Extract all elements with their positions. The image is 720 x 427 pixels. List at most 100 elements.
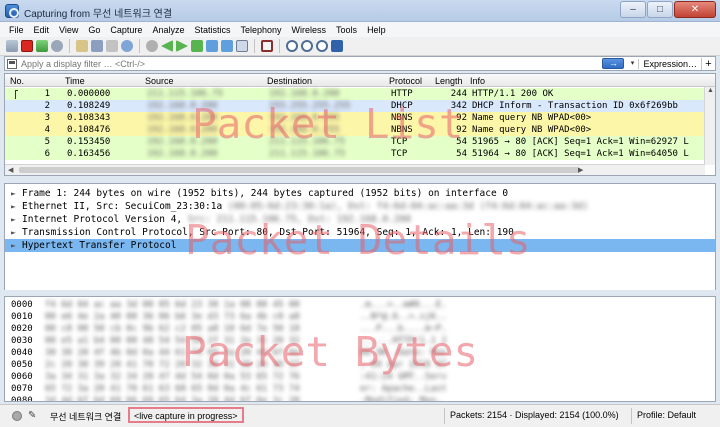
go-first-icon[interactable] — [206, 40, 218, 52]
display-filter-input[interactable] — [17, 57, 603, 70]
go-to-packet-icon[interactable] — [191, 40, 203, 52]
menu-capture[interactable]: Capture — [105, 25, 147, 35]
column-no[interactable]: No. — [10, 76, 24, 86]
go-last-icon[interactable] — [221, 40, 233, 52]
apply-filter-arrow-icon[interactable]: → — [602, 58, 625, 69]
bytes-offset: 0010 — [11, 312, 33, 322]
bytes-offset: 0080 — [11, 396, 33, 402]
detail-row-frame[interactable]: ► Frame 1: 244 bytes on wire (1952 bits),… — [5, 187, 715, 200]
minimize-icon[interactable]: – — [620, 1, 646, 18]
packet-details-pane[interactable]: ► Frame 1: 244 bytes on wire (1952 bits),… — [4, 183, 716, 293]
packet-row[interactable]: 3 0.108343 192.168.0.200 192.168.0.255 NBNS 9… — [5, 112, 705, 124]
detail-row-ethernet[interactable]: ► Ethernet II, Src: SecuiCom_23:30:1a (00… — [5, 200, 715, 213]
hscroll-thumb[interactable] — [19, 167, 579, 173]
reload-file-icon[interactable] — [121, 40, 133, 52]
find-packet-icon[interactable] — [146, 40, 158, 52]
bytes-hex[interactable]: 65 72 3a 20 41 70 61 63 68 65 0d 0a 4c 6… — [45, 383, 300, 395]
bytes-ascii[interactable]: ...P...b....m~P. — [360, 323, 447, 335]
packet-cell-time: 0.108249 — [67, 101, 111, 111]
detail-row-ipv4[interactable]: ► Internet Protocol Version 4, Src: 211.1… — [5, 213, 715, 226]
packet-row[interactable]: 6 0.163456 192.168.0.200 211.115.106.75 TCP 5… — [5, 148, 705, 160]
packet-row[interactable]: 4 0.108476 192.168.0.200 192.168.0.255 NBNS 9… — [5, 124, 705, 136]
menu-telephony[interactable]: Telephony — [235, 25, 286, 35]
autoscroll-icon[interactable] — [236, 40, 248, 52]
bytes-ascii[interactable]: 00 OK..Date: Mon — [360, 347, 447, 359]
bytes-hex[interactable]: 30 30 20 4f 4b 0d 0a 44 61 74 65 3a 20 4… — [45, 347, 300, 359]
menu-go[interactable]: Go — [83, 25, 105, 35]
column-destination[interactable]: Destination — [267, 76, 312, 86]
go-back-icon[interactable] — [161, 40, 173, 52]
edit-comment-icon[interactable]: ✎ — [28, 410, 36, 421]
bytes-ascii[interactable]: , 09 Apr 2018 07 — [360, 359, 447, 371]
status-bar: ✎ 무선 네트워크 연결 <live capture in progress> … — [0, 404, 720, 427]
capture-status-icon[interactable] — [12, 411, 22, 421]
bytes-hex[interactable]: 3a 34 31 3a 32 34 20 47 4d 54 0d 0a 53 6… — [45, 371, 300, 383]
bytes-ascii[interactable]: .m...=..m#0...E. — [360, 299, 447, 311]
bytes-hex[interactable]: 00 c8 00 50 cb 0c 9b 62 c2 05 a8 10 6d 7… — [45, 323, 300, 335]
filter-dropdown-icon[interactable]: ▾ — [626, 58, 638, 69]
resize-columns-icon[interactable] — [331, 40, 343, 52]
menu-view[interactable]: View — [54, 25, 83, 35]
go-forward-icon[interactable] — [176, 40, 188, 52]
save-file-icon[interactable] — [91, 40, 103, 52]
menu-statistics[interactable]: Statistics — [189, 25, 235, 35]
detail-row-tcp[interactable]: ► Transmission Control Protocol, Src Port… — [5, 226, 715, 239]
packet-row[interactable]: 1 0.000000 211.115.106.75 192.168.0.200 HTTP… — [5, 88, 705, 100]
bytes-ascii[interactable]: er: Apache..Last — [360, 383, 447, 395]
bytes-hex[interactable]: 2c 20 30 39 20 41 70 72 20 32 30 31 38 2… — [45, 359, 300, 371]
bytes-ascii[interactable]: :41:24 GMT..Serv — [360, 371, 447, 383]
toolbar-separator — [254, 39, 255, 53]
expand-arrow-icon[interactable]: ► — [11, 200, 22, 213]
zoom-normal-icon[interactable] — [316, 40, 328, 52]
menu-file[interactable]: File — [4, 25, 29, 35]
wireshark-icon — [5, 4, 19, 18]
expand-arrow-icon[interactable]: ► — [11, 226, 22, 239]
zoom-out-icon[interactable] — [301, 40, 313, 52]
column-source[interactable]: Source — [145, 76, 174, 86]
menu-wireless[interactable]: Wireless — [287, 25, 332, 35]
expand-arrow-icon[interactable]: ► — [11, 213, 22, 226]
close-icon[interactable]: ✕ — [674, 1, 716, 18]
packet-row[interactable]: 5 0.153450 192.168.0.200 211.115.106.75 TCP 5… — [5, 136, 705, 148]
bytes-ascii[interactable]: -Modified: Mon, — [360, 395, 441, 401]
column-time[interactable]: Time — [65, 76, 85, 86]
column-info[interactable]: Info — [470, 76, 485, 86]
expand-arrow-icon[interactable]: ► — [11, 187, 22, 200]
display-filter-bar: → ▾ Expression… + — [4, 56, 716, 71]
packet-cell-source: 192.168.0.200 — [147, 113, 218, 123]
open-file-icon[interactable] — [76, 40, 88, 52]
menu-tools[interactable]: Tools — [331, 25, 362, 35]
close-file-icon[interactable] — [106, 40, 118, 52]
stop-capture-icon[interactable] — [21, 40, 33, 52]
title-bar: Capturing from 무선 네트워크 연결 – □ ✕ — [0, 0, 720, 22]
colorize-icon[interactable] — [261, 40, 273, 52]
bytes-hex[interactable]: 00 e5 a1 b4 00 00 48 54 54 50 2f 31 2e 3… — [45, 335, 300, 347]
menu-help[interactable]: Help — [362, 25, 391, 35]
zoom-in-icon[interactable] — [286, 40, 298, 52]
capture-options-icon[interactable] — [51, 40, 63, 52]
packet-list-pane[interactable]: No. Time Source Destination Protocol Len… — [4, 73, 716, 176]
packet-list-hscrollbar[interactable]: ◀ ▶ — [5, 164, 705, 175]
shark-fin-start-icon[interactable] — [6, 40, 18, 52]
bytes-ascii[interactable]: ......HTTP/1.1 2 — [360, 335, 447, 347]
restart-capture-icon[interactable] — [36, 40, 48, 52]
status-profile[interactable]: Profile: Default — [637, 410, 696, 420]
expression-button[interactable]: Expression… — [638, 58, 701, 69]
column-protocol[interactable]: Protocol — [389, 76, 422, 86]
bytes-hex[interactable]: f4 6d 04 ac aa 3d 00 05 6d 23 30 1a 08 0… — [45, 299, 300, 311]
bytes-hex[interactable]: 00 e6 4e 2a 40 00 36 06 b6 3e d3 73 6a 4… — [45, 311, 300, 323]
expand-arrow-icon[interactable]: ► — [11, 239, 22, 252]
bookmark-icon[interactable] — [7, 58, 17, 69]
packet-bytes-pane[interactable]: 0000 f4 6d 04 ac aa 3d 00 05 6d 23 30 1a … — [4, 296, 716, 402]
menu-edit[interactable]: Edit — [29, 25, 55, 35]
column-length[interactable]: Length — [435, 76, 463, 86]
maximize-icon[interactable]: □ — [647, 1, 673, 18]
add-filter-button[interactable]: + — [701, 57, 715, 70]
bytes-hex[interactable]: 2d 4d 6f 64 69 66 69 65 64 3a 20 4d 6f 6… — [45, 395, 300, 401]
packet-list-vscrollbar[interactable]: ▲ — [704, 87, 715, 165]
bytes-ascii[interactable]: ..N*@.6..>.sjK.. — [360, 311, 447, 323]
detail-row-http[interactable]: ► Hypertext Transfer Protocol — [5, 239, 715, 252]
packet-cell-length: 54 — [456, 137, 467, 147]
packet-row[interactable]: 2 0.108249 192.168.0.200 255.255.255.255 DHC… — [5, 100, 705, 112]
menu-analyze[interactable]: Analyze — [147, 25, 189, 35]
